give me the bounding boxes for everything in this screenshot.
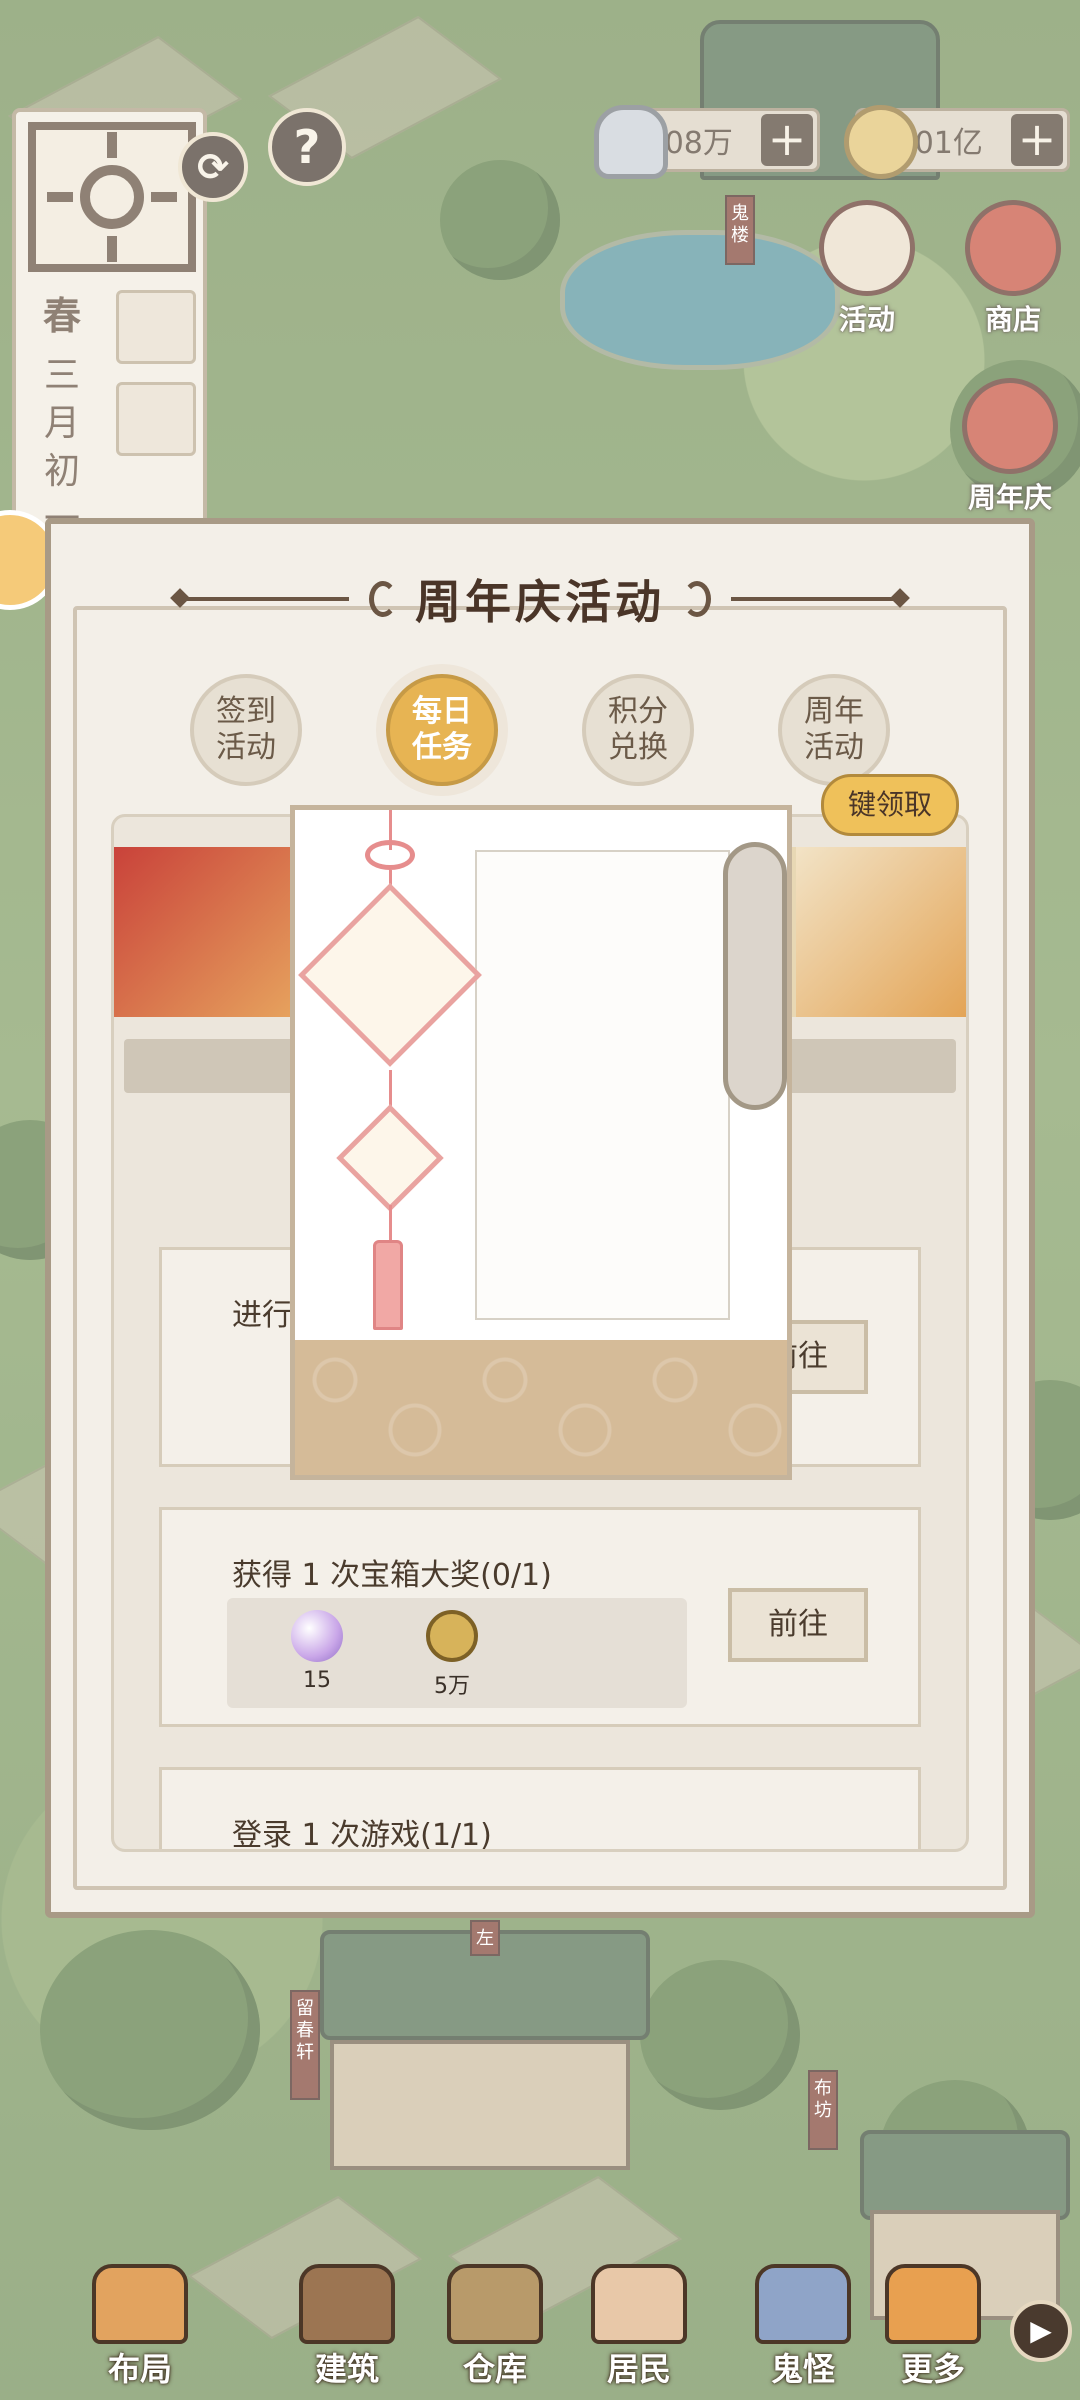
reward-strip: 15 5万: [227, 1598, 687, 1708]
modal-tabs: 签到活动 每日任务 积分兑换 周年活动: [51, 674, 1029, 786]
nav-label: 布局: [107, 2350, 172, 2388]
resident-icon: [591, 2264, 687, 2344]
pearl-icon: [291, 1610, 343, 1662]
modal-title: 周年庆活动: [415, 575, 665, 629]
warehouse-icon: [447, 2264, 543, 2344]
reward-amount: 15: [303, 1668, 331, 1693]
nav-label: 仓库: [462, 2350, 527, 2388]
nav-label: 鬼怪: [770, 2350, 835, 2388]
nav-label: 居民: [606, 2350, 671, 2388]
go-button[interactable]: 前往: [728, 1588, 868, 1662]
tassel-icon: [373, 1240, 403, 1330]
task-title: 获得 1 次宝箱大奖(0/1): [232, 1558, 552, 1593]
nav-label: 建筑: [314, 2350, 379, 2388]
tab-points-exchange[interactable]: 积分兑换: [582, 674, 694, 786]
nav-ghosts[interactable]: 鬼怪: [738, 2264, 868, 2390]
expand-arrow-icon[interactable]: ▶: [1010, 2300, 1072, 2362]
banner-art-right: [796, 847, 966, 1017]
popup-pattern-footer: [295, 1340, 787, 1475]
title-ornament-left: [179, 597, 349, 601]
ghost-icon: [755, 2264, 851, 2344]
copper-coin-icon: [426, 1610, 478, 1662]
building-icon: [299, 2264, 395, 2344]
cord-icon: [389, 1205, 392, 1245]
modal-header: 周年庆活动: [51, 564, 1029, 634]
task-card: 获得 1 次宝箱大奖(0/1) 15 5万 前往: [159, 1507, 921, 1727]
nav-layout[interactable]: 布局: [75, 2264, 205, 2390]
tab-anniversary-activity[interactable]: 周年活动: [778, 674, 890, 786]
layout-icon: [92, 2264, 188, 2344]
reward-item: 15: [272, 1610, 362, 1693]
task-title: 登录 1 次游戏(1/1): [232, 1818, 492, 1852]
task-title: 进行: [232, 1298, 292, 1333]
tab-daily-tasks[interactable]: 每日任务: [386, 674, 498, 786]
knot-icon: [365, 840, 415, 870]
small-pendant-icon: [336, 1104, 444, 1212]
claim-all-button[interactable]: 键领取: [820, 774, 959, 836]
loading-popup: [290, 805, 792, 1480]
nav-residents[interactable]: 居民: [574, 2264, 704, 2390]
nav-label: 更多: [900, 2350, 965, 2388]
reward-amount: 5万: [434, 1674, 470, 1699]
nav-more[interactable]: 更多: [868, 2264, 998, 2390]
title-ornament-right: [731, 597, 901, 601]
nav-building[interactable]: 建筑: [282, 2264, 412, 2390]
bottom-nav: 布局 建筑 仓库 居民 鬼怪 更多 ▶: [0, 2260, 1080, 2400]
task-card: 登录 1 次游戏(1/1): [159, 1767, 921, 1852]
popup-paper: [475, 850, 730, 1320]
more-icon: [885, 2264, 981, 2344]
tab-signin[interactable]: 签到活动: [190, 674, 302, 786]
banner-art-left: [114, 847, 314, 1017]
swirl-ornament-icon: [369, 581, 397, 617]
nav-warehouse[interactable]: 仓库: [430, 2264, 560, 2390]
swirl-ornament-icon: [683, 581, 711, 617]
reward-item: 5万: [407, 1610, 497, 1700]
large-pendant-icon: [298, 883, 482, 1067]
scroll-handle-icon[interactable]: [723, 842, 787, 1110]
